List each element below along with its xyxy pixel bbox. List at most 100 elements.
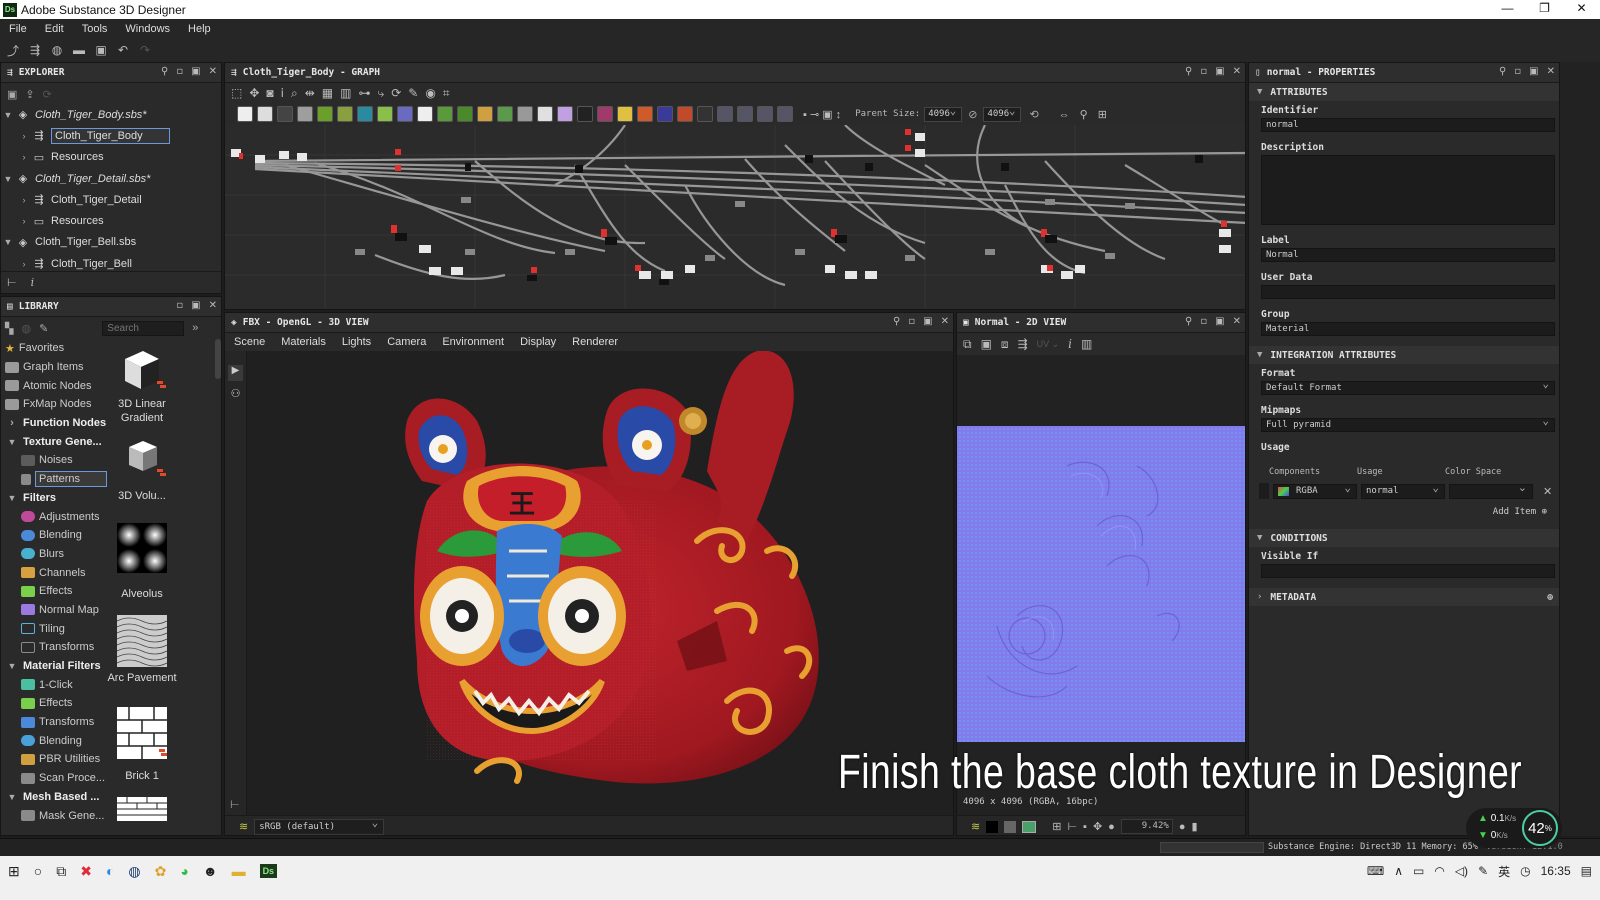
- menu-edit[interactable]: Edit: [36, 23, 73, 35]
- info-icon[interactable]: i: [31, 276, 35, 289]
- node-text-icon[interactable]: [597, 106, 613, 122]
- library-item-mat-transforms[interactable]: Transforms: [1, 713, 107, 732]
- group-field[interactable]: Material: [1261, 322, 1555, 336]
- float-icon[interactable]: ▫: [1200, 316, 1207, 327]
- thumb-alveolus[interactable]: [117, 523, 167, 573]
- components-select[interactable]: RGBA: [1273, 481, 1357, 499]
- node-misc-icon[interactable]: [697, 106, 713, 122]
- maximize-icon[interactable]: ▣: [1529, 66, 1538, 77]
- thumb-3d-linear-gradient[interactable]: [117, 345, 167, 395]
- float-icon[interactable]: ▫: [1514, 66, 1521, 77]
- link-size-icon[interactable]: ⊘: [968, 108, 977, 121]
- explorer-item[interactable]: › ▭ Resources: [1, 147, 221, 168]
- pin-icon[interactable]: ⚲: [1185, 316, 1192, 327]
- app-yellow-icon[interactable]: ✿: [155, 863, 167, 880]
- node-pixel-icon[interactable]: [557, 106, 573, 122]
- bg-black-icon[interactable]: [986, 820, 999, 833]
- explorer-item[interactable]: › ▭ Resources: [1, 210, 221, 231]
- info-icon[interactable]: i: [1068, 337, 1072, 351]
- notification-icon[interactable]: ▤: [1581, 864, 1592, 878]
- pin-icon[interactable]: ⚲: [161, 66, 168, 77]
- library-item-channels[interactable]: Channels: [1, 563, 107, 582]
- chevron-right-icon[interactable]: ›: [17, 131, 31, 141]
- library-item-blurs[interactable]: Blurs: [1, 545, 107, 564]
- library-web-icon[interactable]: ◍: [21, 322, 31, 335]
- userdata-field[interactable]: [1261, 285, 1555, 299]
- library-item-effects[interactable]: Effects: [1, 582, 107, 601]
- library-item-texture-generators[interactable]: ▼ Texture Gene...: [1, 432, 107, 451]
- maximize-icon[interactable]: ▣: [1215, 66, 1224, 77]
- library-item-transforms[interactable]: Transforms: [1, 638, 107, 657]
- zoom-slider-dot-icon[interactable]: ●: [1108, 821, 1115, 833]
- path-icon[interactable]: ⤷: [377, 86, 384, 101]
- copy-icon[interactable]: ⧉: [963, 337, 972, 352]
- menu-help[interactable]: Help: [179, 23, 220, 35]
- visible-if-field[interactable]: [1261, 564, 1555, 578]
- battery-icon[interactable]: ▭: [1413, 864, 1424, 878]
- chevron-right-icon[interactable]: ›: [17, 152, 31, 162]
- info-icon[interactable]: ⅰ: [281, 86, 284, 100]
- thumb-brick-1[interactable]: [117, 707, 167, 759]
- keyboard-icon[interactable]: ⌨: [1367, 864, 1384, 878]
- normal-map-preview[interactable]: [957, 426, 1246, 742]
- tree-icon[interactable]: ⇶: [1018, 337, 1028, 351]
- explorer-item[interactable]: › ⇶ Cloth_Tiger_Detail: [1, 189, 221, 210]
- library-item-mat-blending[interactable]: Blending: [1, 731, 107, 750]
- library-item-mesh-based[interactable]: ▼ Mesh Based ...: [1, 788, 107, 807]
- row-handle[interactable]: [1259, 483, 1269, 499]
- chevron-down-icon[interactable]: ▼: [1, 661, 23, 671]
- close-icon[interactable]: ✕: [209, 300, 217, 311]
- link-icon[interactable]: ⇹: [305, 86, 315, 100]
- channel-rgb-icon[interactable]: [1022, 820, 1037, 833]
- chevron-double-right-icon[interactable]: »: [192, 322, 198, 334]
- task-view-icon[interactable]: ⧉: [56, 863, 66, 880]
- volume-icon[interactable]: ◁): [1455, 864, 1468, 878]
- library-item-mask-generators[interactable]: Mask Gene...: [1, 806, 107, 825]
- node-hsl-icon[interactable]: [397, 106, 413, 122]
- zoom-input[interactable]: 9.42%: [1120, 819, 1173, 834]
- pin-icon[interactable]: ⚲: [893, 316, 900, 327]
- network-icon[interactable]: ◠: [1434, 864, 1444, 878]
- folder-icon[interactable]: ▬: [232, 863, 246, 879]
- node-bitmap-icon[interactable]: [237, 106, 253, 122]
- layout-icon[interactable]: ▥: [340, 86, 351, 100]
- close-icon[interactable]: ✕: [1547, 66, 1555, 77]
- tab-renderer[interactable]: Renderer: [564, 336, 626, 348]
- uv-icon[interactable]: UV ⌄: [1037, 339, 1060, 350]
- library-item-normal-map[interactable]: Normal Map: [1, 601, 107, 620]
- save-icon[interactable]: ▣: [7, 88, 17, 101]
- wrench-icon[interactable]: ✎: [408, 86, 418, 100]
- attributes-section[interactable]: ▼ ATTRIBUTES: [1249, 83, 1559, 101]
- library-item-fxmap-nodes[interactable]: FxMap Nodes: [1, 395, 107, 414]
- identifier-field[interactable]: normal: [1261, 118, 1555, 132]
- fit-icon[interactable]: ▪: [1083, 821, 1087, 833]
- node-dot-icon[interactable]: [777, 106, 793, 122]
- node-pin-icon[interactable]: [757, 106, 773, 122]
- maximize-icon[interactable]: ▣: [1215, 316, 1224, 327]
- chevron-down-icon[interactable]: ▼: [1, 493, 23, 503]
- parent-size-select[interactable]: 4096: [924, 104, 963, 122]
- library-edit-icon[interactable]: ✎: [39, 322, 48, 335]
- light-bulb-icon[interactable]: ⚇: [228, 387, 243, 403]
- search-circle-icon[interactable]: ○: [34, 863, 42, 879]
- zoom-dot-icon[interactable]: ●: [1179, 821, 1186, 833]
- chevron-down-icon[interactable]: ▼: [1, 792, 23, 802]
- lock-icon[interactable]: ▮: [1191, 820, 1197, 833]
- connect-icon[interactable]: ⊶: [358, 86, 370, 100]
- colorspace-select[interactable]: [1449, 481, 1533, 499]
- node-tile-icon[interactable]: [417, 106, 433, 122]
- export-icon[interactable]: ⇪: [25, 88, 34, 101]
- node-warp-icon[interactable]: [457, 106, 473, 122]
- add-item-button[interactable]: Add Item ⊕: [1249, 499, 1559, 517]
- node-curve-icon[interactable]: [517, 106, 533, 122]
- library-item-tiling[interactable]: Tiling: [1, 619, 107, 638]
- chevron-right-icon[interactable]: ›: [17, 195, 31, 205]
- video-camera-icon[interactable]: ▶: [228, 365, 243, 381]
- chevron-down-icon[interactable]: ▼: [1, 174, 15, 184]
- histogram-icon[interactable]: ▥: [1081, 337, 1092, 351]
- qq-icon[interactable]: ☻: [203, 863, 218, 879]
- library-item-mat-effects[interactable]: Effects: [1, 694, 107, 713]
- label-field[interactable]: Normal: [1261, 248, 1555, 262]
- tile-icon[interactable]: ⊢: [1067, 820, 1077, 833]
- input-language[interactable]: 英: [1498, 863, 1510, 880]
